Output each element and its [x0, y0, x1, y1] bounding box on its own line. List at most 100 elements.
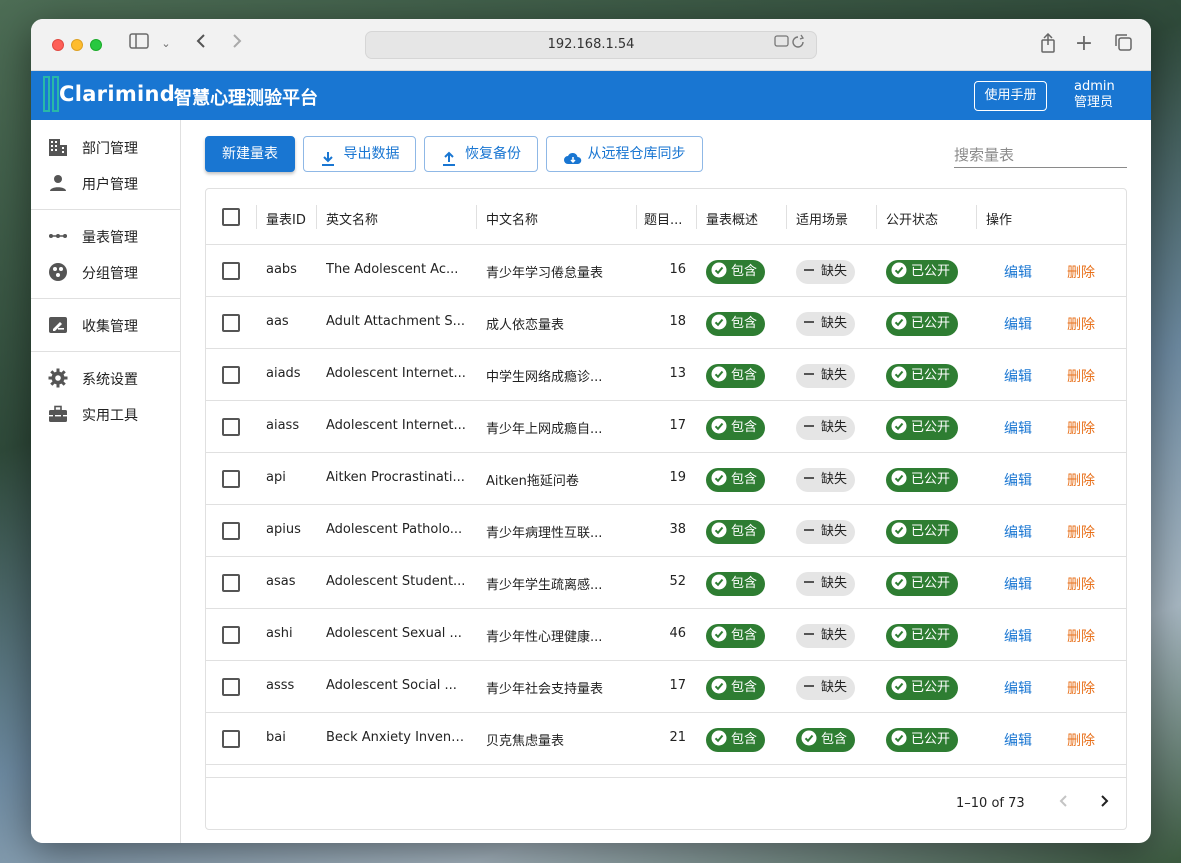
- search-input[interactable]: [954, 142, 1127, 168]
- edit-link[interactable]: 编辑: [1004, 730, 1032, 750]
- sync-remote-button[interactable]: 从远程仓库同步: [546, 136, 703, 172]
- column-header-overview[interactable]: 量表概述: [706, 209, 758, 228]
- chevron-down-icon[interactable]: ⌄: [159, 33, 173, 55]
- public-status-label: 已公开: [911, 680, 951, 695]
- cell-scale-id: api: [266, 470, 286, 485]
- table-row[interactable]: aas Adult Attachment S... 成人依恋量表 18 包含 缺失 已公开 编…: [206, 297, 1126, 349]
- export-data-button[interactable]: 导出数据: [303, 136, 416, 172]
- select-all-checkbox[interactable]: [222, 208, 240, 226]
- sidebar-item-tools[interactable]: 实用工具: [31, 398, 180, 430]
- column-header-scenario[interactable]: 适用场景: [796, 209, 848, 228]
- sidebar-divider: [31, 209, 180, 210]
- sidebar-item-collections[interactable]: 收集管理: [31, 309, 180, 341]
- previous-page-icon[interactable]: [1052, 792, 1076, 816]
- address-bar[interactable]: 192.168.1.54: [365, 31, 817, 59]
- edit-link[interactable]: 编辑: [1004, 262, 1032, 282]
- tab-overview-icon[interactable]: [1112, 33, 1134, 55]
- cell-zh-name: 青少年性心理健康...: [486, 630, 603, 645]
- edit-link[interactable]: 编辑: [1004, 418, 1032, 438]
- close-window-button[interactable]: [52, 39, 64, 51]
- user-menu[interactable]: admin 管理员: [1074, 79, 1115, 111]
- sidebar-toggle-icon[interactable]: [127, 33, 151, 55]
- sidebar-item-scales[interactable]: 量表管理: [31, 220, 180, 252]
- check-circle-icon: [711, 470, 727, 486]
- new-scale-button[interactable]: 新建量表: [205, 136, 295, 172]
- public-status-chip: 已公开: [886, 416, 959, 440]
- table-row[interactable]: apius Adolescent Patholo... 青少年病理性互联... 38 包…: [206, 505, 1126, 557]
- delete-link[interactable]: 删除: [1067, 314, 1095, 334]
- table-row[interactable]: api Aitken Procrastinati... Aitken拖延问卷 19 包含…: [206, 453, 1126, 505]
- sidebar-item-groups[interactable]: 分组管理: [31, 256, 180, 288]
- row-checkbox[interactable]: [222, 678, 240, 696]
- table-row[interactable]: aiass Adolescent Internet... 青少年上网成瘾自... 17…: [206, 401, 1126, 453]
- table-row[interactable]: aabs The Adolescent Ac... 青少年学习倦怠量表 16 包含 缺失 已…: [206, 245, 1126, 297]
- delete-link[interactable]: 删除: [1067, 470, 1095, 490]
- row-checkbox[interactable]: [222, 574, 240, 592]
- row-checkbox[interactable]: [222, 470, 240, 488]
- edit-link[interactable]: 编辑: [1004, 470, 1032, 490]
- new-tab-icon[interactable]: +: [1074, 33, 1094, 55]
- check-circle-icon: [711, 314, 727, 330]
- cell-zh-name: 青少年上网成瘾自...: [486, 422, 603, 437]
- row-checkbox[interactable]: [222, 522, 240, 540]
- cell-zh-name: 成人依恋量表: [486, 318, 565, 333]
- upload-icon: [441, 146, 457, 166]
- table-row[interactable]: bai Beck Anxiety Invent... 贝克焦虑量表 21 包含 包含 已公开…: [206, 713, 1126, 765]
- delete-link[interactable]: 删除: [1067, 730, 1095, 750]
- delete-link[interactable]: 删除: [1067, 626, 1095, 646]
- row-checkbox[interactable]: [222, 730, 240, 748]
- sidebar-item-label: 系统设置: [82, 372, 138, 388]
- user-manual-button[interactable]: 使用手册: [974, 81, 1047, 111]
- table-row[interactable]: asss Adolescent Social ... 青少年社会支持量表 17 包含 缺失…: [206, 661, 1126, 713]
- forward-arrow-icon[interactable]: [227, 33, 247, 55]
- next-page-icon[interactable]: [1092, 792, 1116, 816]
- table-row[interactable]: ashi Adolescent Sexual ... 青少年性心理健康... 46 包含…: [206, 609, 1126, 661]
- cell-zh-name: 中学生网络成瘾诊...: [486, 370, 603, 385]
- row-checkbox[interactable]: [222, 366, 240, 384]
- column-separator: [316, 205, 317, 229]
- table-row[interactable]: aiads Adolescent Internet... 中学生网络成瘾诊... 13…: [206, 349, 1126, 401]
- delete-link[interactable]: 删除: [1067, 678, 1095, 698]
- column-header-question-count[interactable]: 题目...: [644, 209, 694, 228]
- delete-link[interactable]: 删除: [1067, 522, 1095, 542]
- minus-icon: [801, 626, 817, 642]
- edit-link[interactable]: 编辑: [1004, 574, 1032, 594]
- column-header-actions: 操作: [986, 213, 1013, 228]
- edit-link[interactable]: 编辑: [1004, 626, 1032, 646]
- row-checkbox[interactable]: [222, 314, 240, 332]
- column-header-id[interactable]: 量表ID: [266, 209, 316, 228]
- delete-link[interactable]: 删除: [1067, 366, 1095, 386]
- sidebar-item-users[interactable]: 用户管理: [31, 167, 180, 199]
- sidebar-item-departments[interactable]: 部门管理: [31, 131, 180, 163]
- column-header-public-status[interactable]: 公开状态: [886, 209, 938, 228]
- column-header-zh-name[interactable]: 中文名称: [486, 209, 538, 228]
- user-name: admin: [1074, 79, 1115, 94]
- minimize-window-button[interactable]: [71, 39, 83, 51]
- row-checkbox[interactable]: [222, 626, 240, 644]
- share-icon[interactable]: [1038, 32, 1058, 55]
- overview-chip: 包含: [706, 676, 766, 700]
- maximize-window-button[interactable]: [90, 39, 102, 51]
- overview-chip-label: 包含: [731, 472, 758, 487]
- cell-zh-name: 贝克焦虑量表: [486, 734, 565, 749]
- delete-link[interactable]: 删除: [1067, 574, 1095, 594]
- edit-link[interactable]: 编辑: [1004, 314, 1032, 334]
- row-checkbox[interactable]: [222, 262, 240, 280]
- row-checkbox[interactable]: [222, 418, 240, 436]
- restore-backup-button[interactable]: 恢复备份: [424, 136, 538, 172]
- back-arrow-icon[interactable]: [191, 33, 211, 55]
- table-row[interactable]: asas Adolescent Student... 青少年学生疏离感... 52 包含…: [206, 557, 1126, 609]
- browser-window: ⌄ 192.168.1.54 + Clarimind 智慧心理测验平台 使用手册: [31, 19, 1151, 843]
- sidebar-item-settings[interactable]: 系统设置: [31, 362, 180, 394]
- edit-link[interactable]: 编辑: [1004, 522, 1032, 542]
- column-header-en-name[interactable]: 英文名称: [326, 209, 378, 228]
- edit-link[interactable]: 编辑: [1004, 366, 1032, 386]
- translate-reload-icons[interactable]: [774, 32, 808, 58]
- delete-link[interactable]: 删除: [1067, 262, 1095, 282]
- delete-link[interactable]: 删除: [1067, 418, 1095, 438]
- public-status-label: 已公开: [911, 472, 951, 487]
- overview-chip: 包含: [706, 260, 766, 284]
- check-circle-icon: [801, 730, 817, 746]
- edit-link[interactable]: 编辑: [1004, 678, 1032, 698]
- sidebar-item-label: 实用工具: [82, 408, 138, 424]
